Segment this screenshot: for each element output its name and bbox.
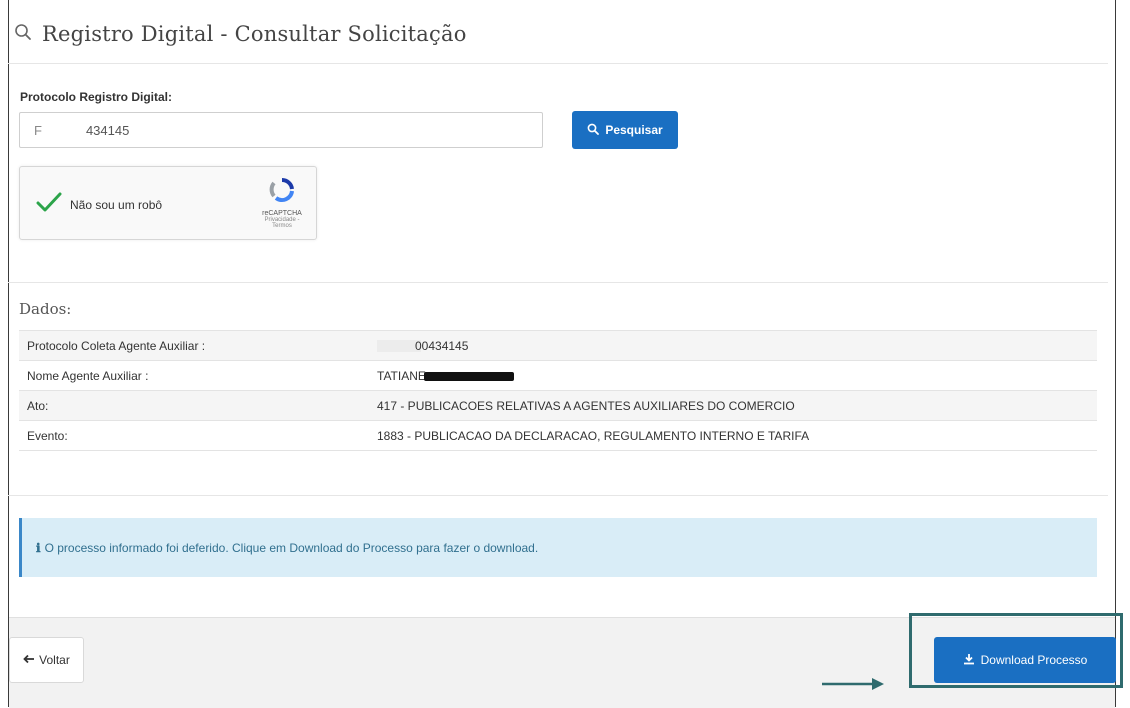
search-button-label: Pesquisar	[605, 123, 663, 137]
download-button-label: Download Processo	[980, 653, 1088, 667]
page-title: Registro Digital - Consultar Solicitação	[42, 22, 467, 46]
table-row: Ato: 417 - PUBLICACOES RELATIVAS A AGENT…	[19, 390, 1097, 421]
recaptcha-logo: reCAPTCHA Privacidade - Termos	[260, 177, 304, 229]
dados-title: Dados:	[19, 300, 72, 318]
download-icon	[963, 653, 975, 668]
divider	[8, 63, 1108, 64]
check-icon[interactable]	[36, 191, 62, 218]
recaptcha-terms[interactable]: Privacidade - Termos	[260, 217, 304, 229]
info-icon: ℹ	[36, 540, 41, 555]
row-value-cell: TATIANE	[369, 360, 1097, 391]
download-button[interactable]: Download Processo	[934, 637, 1116, 683]
arrow-right-icon	[822, 677, 886, 696]
recaptcha-icon	[268, 177, 296, 207]
table-row: Nome Agente Auxiliar : TATIANE	[19, 360, 1097, 391]
arrow-left-icon	[23, 653, 35, 667]
row-label: Ato:	[19, 390, 369, 421]
protocolo-prefix: F	[34, 122, 42, 138]
protocolo-value: 434145	[85, 122, 130, 138]
row-label: Protocolo Coleta Agente Auxiliar :	[19, 330, 369, 361]
search-icon	[14, 23, 32, 46]
divider	[8, 282, 1108, 283]
recaptcha-widget[interactable]: Não sou um robô reCAPTCHA Privacidade - …	[19, 166, 317, 240]
alert-text: O processo informado foi deferido. Cliqu…	[44, 540, 539, 555]
row-value: TATIANE	[377, 368, 426, 383]
row-label: Evento:	[19, 420, 369, 451]
info-alert: ℹ O processo informado foi deferido. Cli…	[19, 518, 1097, 577]
search-icon	[587, 123, 600, 138]
back-button-label: Voltar	[39, 653, 70, 667]
dados-table: Protocolo Coleta Agente Auxiliar : 00434…	[19, 330, 1097, 451]
protocolo-label: Protocolo Registro Digital:	[20, 90, 173, 104]
page-header: Registro Digital - Consultar Solicitação	[14, 14, 467, 54]
table-row: Protocolo Coleta Agente Auxiliar : 00434…	[19, 330, 1097, 361]
row-value-cell: 00434145	[369, 330, 1097, 361]
recaptcha-brand: reCAPTCHA	[262, 210, 302, 217]
recaptcha-label: Não sou um robô	[70, 198, 163, 212]
redaction-bar	[423, 371, 514, 381]
row-value: 417 - PUBLICACOES RELATIVAS A AGENTES AU…	[369, 390, 1097, 421]
table-row: Evento: 1883 - PUBLICACAO DA DECLARACAO,…	[19, 420, 1097, 451]
protocolo-input[interactable]: F 434145	[19, 112, 543, 148]
row-label: Nome Agente Auxiliar :	[19, 360, 369, 391]
back-button[interactable]: Voltar	[9, 637, 84, 683]
row-value: 00434145	[415, 338, 469, 353]
row-value: 1883 - PUBLICACAO DA DECLARACAO, REGULAM…	[369, 420, 1097, 451]
search-button[interactable]: Pesquisar	[572, 111, 678, 149]
divider	[8, 495, 1108, 496]
